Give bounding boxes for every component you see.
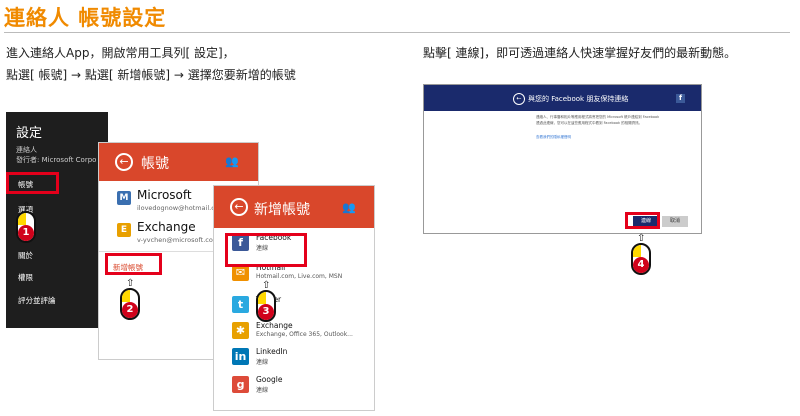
cancel-button[interactable]: 取消 xyxy=(662,216,688,227)
exchange-icon: ✱ xyxy=(232,322,249,339)
people-icon: 👥 xyxy=(342,201,356,214)
settings-app-name: 連絡人 xyxy=(16,146,37,154)
step-1-number: 1 xyxy=(18,225,34,241)
instruction-left-line1: 進入連絡人App，開啟常用工具列[ 設定]， xyxy=(6,46,235,60)
provider-subtitle: Hotmail.com, Live.com, MSN xyxy=(256,273,343,280)
step-4-number: 4 xyxy=(633,257,649,273)
account-exchange-email: v-yvchen@microsoft.com xyxy=(137,236,220,244)
facebook-dialog-title: 與您的 Facebook 朋友保持連絡 xyxy=(528,95,629,103)
settings-title: 設定 xyxy=(16,126,43,141)
settings-item-about[interactable]: 關於 xyxy=(18,250,33,261)
highlight-add-account xyxy=(105,253,162,275)
settings-item-permissions[interactable]: 權限 xyxy=(18,272,33,283)
accounts-panel-title: 帳號 xyxy=(141,156,169,172)
provider-subtitle: 連線 xyxy=(256,387,269,394)
highlight-accounts xyxy=(6,172,59,194)
instruction-right-line1: 點擊[ 連線]，即可透過連絡人快速掌握好友們的最新動態。 xyxy=(423,46,737,60)
settings-item-rate-review[interactable]: 評分並評論 xyxy=(18,295,56,306)
privacy-link[interactable]: 查看我們的隱私權聲明 xyxy=(536,135,571,140)
step-3-number: 3 xyxy=(258,304,274,320)
back-arrow-icon[interactable]: ← xyxy=(115,153,133,171)
step-2-number: 2 xyxy=(122,302,138,318)
facebook-dialog-text-2: 透過此連線，您可以在這些應用程式中看到 Facebook 的相關資訊。 xyxy=(536,121,643,125)
people-icon: 👥 xyxy=(225,155,239,168)
twitter-icon: t xyxy=(232,296,249,313)
google-icon: g xyxy=(232,376,249,393)
title-divider xyxy=(4,32,790,33)
accounts-panel-header: ← 帳號 👥 xyxy=(99,143,258,181)
account-microsoft-name[interactable]: Microsoft xyxy=(137,188,192,202)
page-title: 連絡人 帳號設定 xyxy=(4,6,167,30)
exchange-icon: E xyxy=(117,223,131,237)
add-account-panel: ← 新增帳號 👥 f Facebook 連線 ✉ Hotmail Hotmail.com,… xyxy=(213,185,375,411)
step-3-mouse-icon: ⇧ 3 xyxy=(254,280,278,330)
highlight-facebook xyxy=(225,233,307,267)
provider-name[interactable]: LinkedIn xyxy=(256,347,287,356)
back-arrow-icon[interactable]: ← xyxy=(230,198,248,216)
step-2-mouse-icon: ⇧ 2 xyxy=(118,278,142,328)
facebook-connect-screen: ← 與您的 Facebook 朋友保持連絡 f 連絡人、行事曆和相片等應用程式將… xyxy=(423,84,702,234)
facebook-icon: f xyxy=(676,94,685,103)
add-account-panel-header: ← 新增帳號 👥 xyxy=(214,186,374,228)
instruction-left-line2: 點選[ 帳號] → 點選[ 新增帳號] → 選擇您要新增的帳號 xyxy=(6,68,296,82)
step-1-mouse-icon: ⇧ 1 xyxy=(14,201,38,251)
provider-subtitle: Exchange, Office 365, Outlook... xyxy=(256,331,353,338)
account-exchange-name[interactable]: Exchange xyxy=(137,220,196,234)
facebook-dialog-header: ← 與您的 Facebook 朋友保持連絡 f xyxy=(424,85,701,111)
provider-name[interactable]: Google xyxy=(256,375,282,384)
settings-publisher: 發行者: Microsoft Corpo xyxy=(16,156,97,164)
microsoft-icon: M xyxy=(117,191,131,205)
add-account-panel-title: 新增帳號 xyxy=(254,202,310,218)
highlight-connect xyxy=(625,212,660,229)
step-4-mouse-icon: ⇧ 4 xyxy=(629,233,653,283)
linkedin-icon: in xyxy=(232,348,249,365)
provider-subtitle: 連線 xyxy=(256,359,269,366)
facebook-dialog-text-1: 連絡人、行事曆和相片等應用程式將會把您的 Microsoft 帳戶連結到 Fac… xyxy=(536,115,660,119)
account-microsoft-email: ilovedognow@hotmail.com xyxy=(137,204,226,212)
back-arrow-icon[interactable]: ← xyxy=(513,93,525,105)
